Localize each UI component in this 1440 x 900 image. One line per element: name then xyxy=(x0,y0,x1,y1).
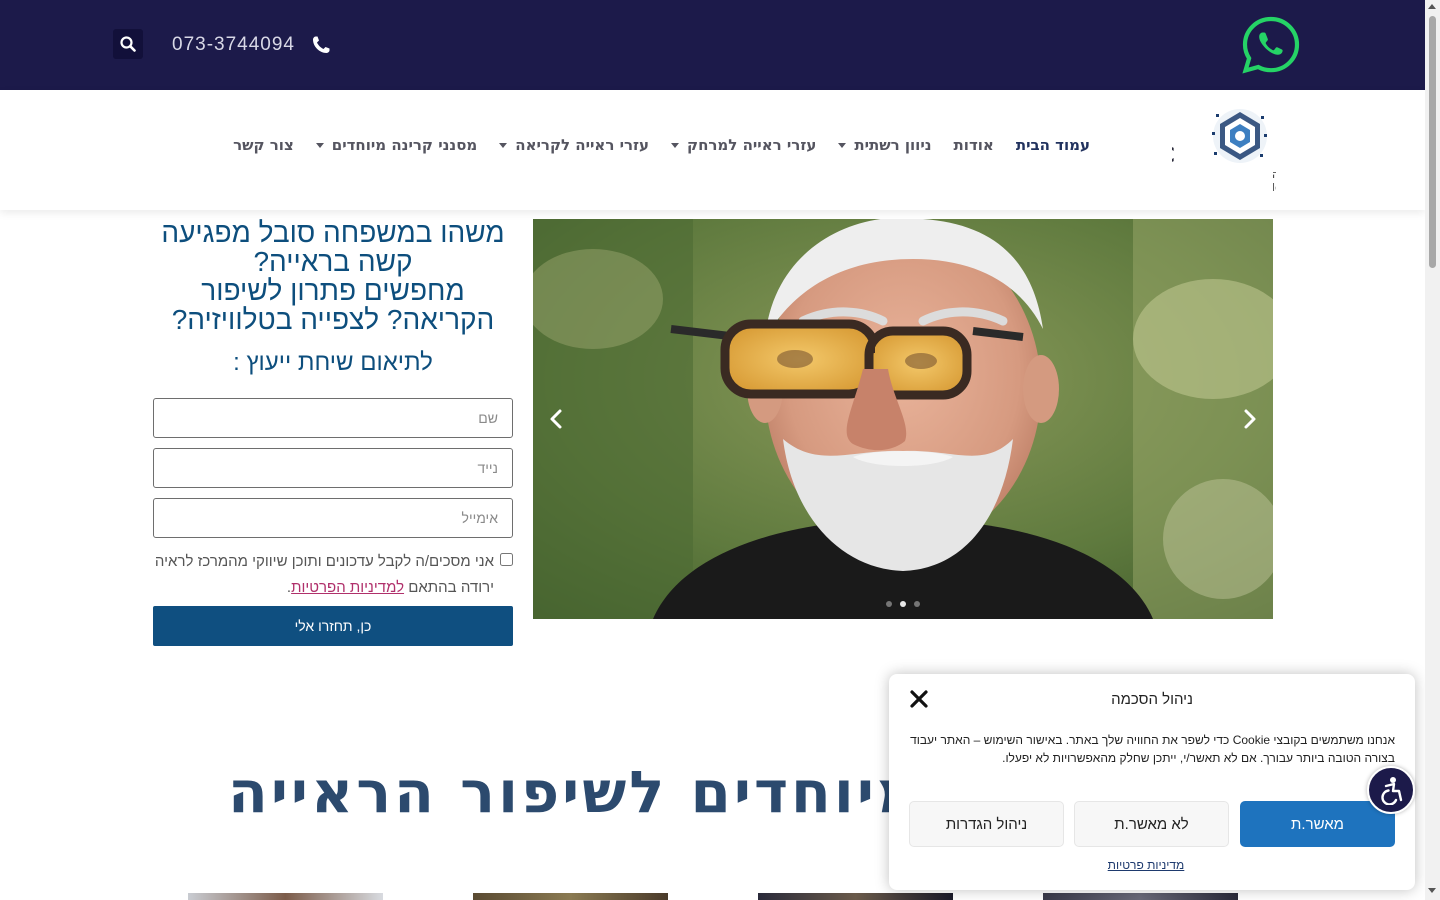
nav-item-distance-aids[interactable]: עזרי ראייה למרחק xyxy=(671,136,816,154)
consent-row: אני מסכים/ה לקבל עדכונים ותוכן שיווקי מה… xyxy=(153,549,513,601)
close-icon[interactable] xyxy=(909,689,929,709)
logo-hebrew: המרכז לראייה ירודה xyxy=(1272,168,1276,181)
nav-item-contact[interactable]: צור קשר xyxy=(233,136,294,154)
slider-dots xyxy=(533,601,1273,607)
phone-icon xyxy=(313,36,330,53)
accessibility-button[interactable] xyxy=(1367,766,1415,814)
nav-label: ניוון רשתית xyxy=(854,136,932,154)
phone-link[interactable]: 073-3744094 xyxy=(172,30,331,60)
hero-slider xyxy=(533,219,1273,619)
cookie-text: אנחנו משתמשים בקובצי Cookie כדי לשפר את … xyxy=(910,733,1395,765)
slider-prev-arrow[interactable] xyxy=(545,407,569,431)
whatsapp-icon[interactable] xyxy=(1242,16,1300,74)
scrollbar-thumb[interactable] xyxy=(1429,16,1436,268)
name-field[interactable] xyxy=(153,398,513,438)
nav-label: עזרי ראייה למרחק xyxy=(687,136,817,154)
nav-item-macular-degeneration[interactable]: ניוון רשתית xyxy=(838,136,932,154)
product-thumbnail[interactable] xyxy=(758,893,953,900)
caret-down-icon xyxy=(671,142,680,148)
nav-label: אודות xyxy=(953,136,994,154)
accessibility-icon xyxy=(1381,777,1403,805)
search-icon xyxy=(120,36,136,52)
nav-item-home[interactable]: עמוד הבית xyxy=(1016,136,1090,154)
deny-cookies-button[interactable]: לא מאשר.ת xyxy=(1074,801,1229,847)
logo-mark xyxy=(1212,109,1267,163)
lead-form: משהו במשפחה סובל מפגיעה קשה בראייה? מחפש… xyxy=(153,218,513,646)
nav-label: מסנני קרינה מיוחדים xyxy=(331,136,478,154)
caret-down-icon xyxy=(499,142,508,148)
page: 073-3744094 עמוד הבית אודות ניוון רשתית … xyxy=(0,0,1440,900)
hero-headline: משהו במשפחה סובל מפגיעה קשה בראייה? מחפש… xyxy=(153,218,513,334)
consent-text: אני מסכים/ה לקבל עדכונים ותוכן שיווקי מה… xyxy=(153,549,494,601)
accept-cookies-button[interactable]: מאשר.ת xyxy=(1240,801,1395,847)
privacy-policy-link[interactable]: למדיניות הפרטיות xyxy=(291,579,404,596)
logo-english: low vision center xyxy=(1272,181,1276,194)
product-thumbnail[interactable] xyxy=(1043,893,1238,900)
nav-label: עזרי ראייה לקריאה xyxy=(515,136,650,154)
nav-item-special-filters[interactable]: מסנני קרינה מיוחדים xyxy=(315,136,478,154)
top-bar: 073-3744094 xyxy=(0,0,1425,90)
cookie-privacy-policy-link[interactable]: מדיניות פרטיות xyxy=(889,858,1403,872)
consent-checkbox[interactable] xyxy=(500,553,513,566)
manage-settings-button[interactable]: ניהול הגדרות xyxy=(909,801,1064,847)
caret-down-icon xyxy=(838,142,847,148)
page-scrollbar[interactable] xyxy=(1425,0,1440,900)
headline-line-2: מחפשים פתרון לשיפור הקריאה? לצפייה בטלוו… xyxy=(171,275,495,335)
caret-down-icon xyxy=(315,142,324,148)
slider-dot[interactable] xyxy=(914,601,920,607)
slide-image xyxy=(533,219,1273,619)
search-button[interactable] xyxy=(113,29,143,59)
form-subheading: לתיאום שיחת ייעוץ : xyxy=(233,349,433,376)
nav-label: צור קשר xyxy=(233,136,294,154)
email-field[interactable] xyxy=(153,498,513,538)
slider-dot[interactable] xyxy=(900,601,906,607)
product-thumbnail[interactable] xyxy=(473,893,668,900)
product-thumbnail[interactable] xyxy=(188,893,383,900)
main-header: עמוד הבית אודות ניוון רשתית עזרי ראייה ל… xyxy=(0,90,1425,210)
mobile-field[interactable] xyxy=(153,448,513,488)
nav-item-reading-aids[interactable]: עזרי ראייה לקריאה xyxy=(499,136,649,154)
submit-button[interactable]: כן, תחזרו אלי xyxy=(153,606,513,646)
phone-number[interactable]: 073-3744094 xyxy=(172,34,295,56)
slider-next-arrow[interactable] xyxy=(1237,407,1261,431)
scroll-down-arrow[interactable] xyxy=(1428,888,1436,893)
cookie-title: ניהול הסכמה xyxy=(1111,691,1193,708)
cookie-consent-banner: ניהול הסכמה אנחנו משתמשים בקובצי Cookie … xyxy=(889,674,1415,890)
logo-letters: L.V.C xyxy=(1172,143,1176,167)
site-logo[interactable]: L.V.C המרכז לראייה ירודה low vision cent… xyxy=(1172,104,1276,196)
main-nav: עמוד הבית אודות ניוון רשתית עזרי ראייה ל… xyxy=(233,136,1090,154)
slider-dot[interactable] xyxy=(886,601,892,607)
nav-label: עמוד הבית xyxy=(1015,136,1090,154)
section-title: מיוחדים לשיפור הראייה xyxy=(228,758,922,826)
nav-item-about[interactable]: אודות xyxy=(954,136,994,154)
headline-line-1: משהו במשפחה סובל מפגיעה קשה בראייה? xyxy=(161,217,505,277)
scroll-up-arrow[interactable] xyxy=(1428,4,1436,9)
